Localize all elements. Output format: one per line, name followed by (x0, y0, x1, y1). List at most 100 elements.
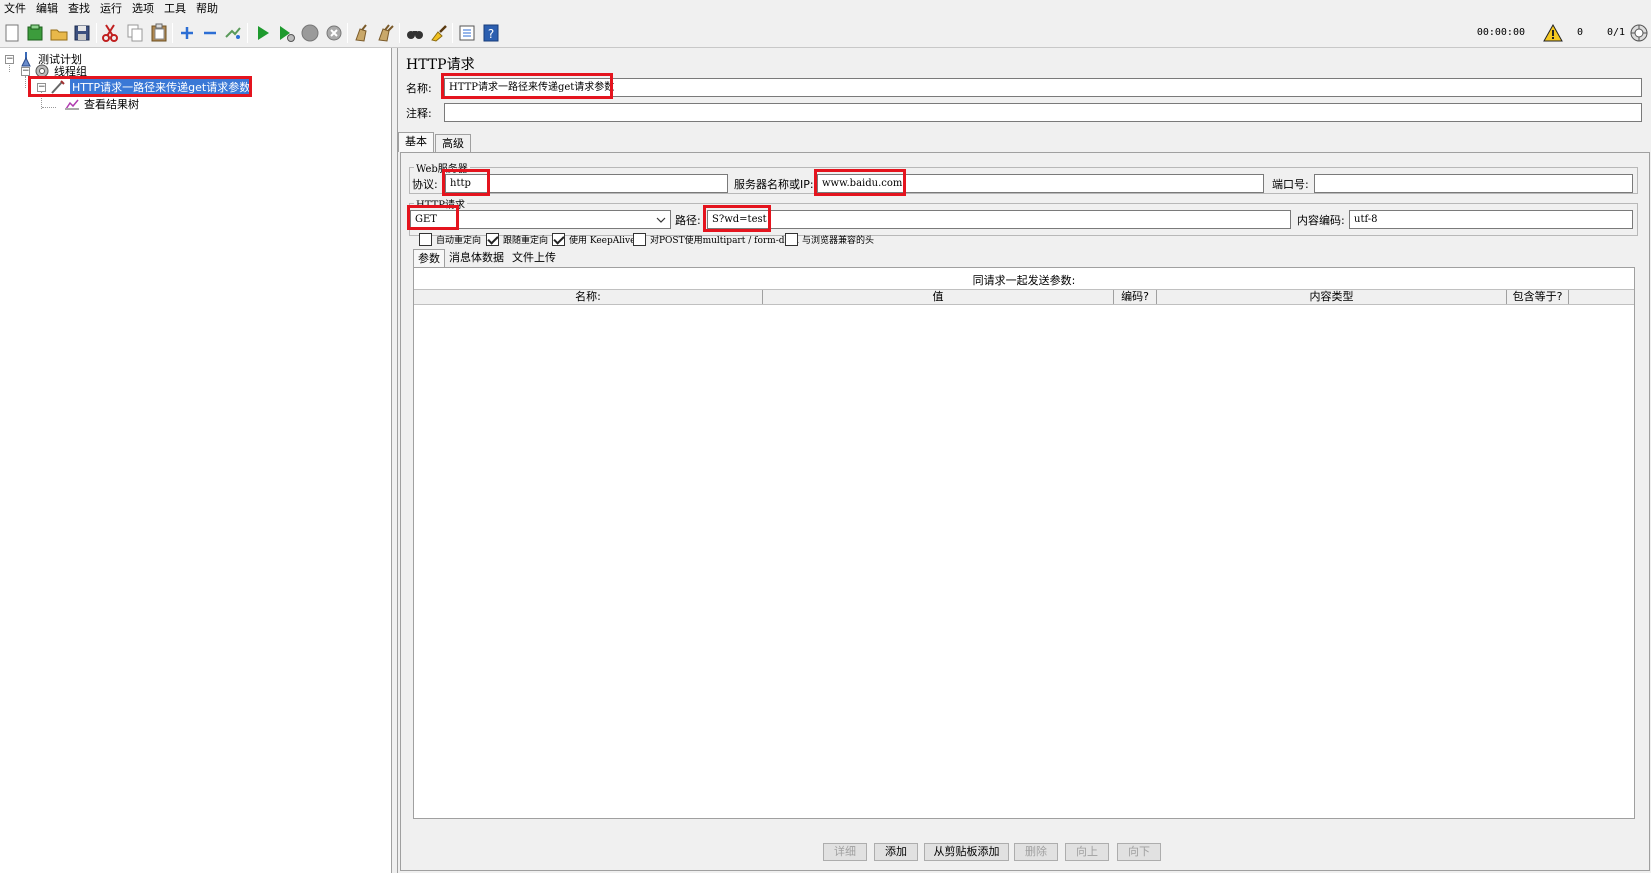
checkbox-label: 跟随重定向 (503, 236, 549, 246)
tab-files-upload[interactable]: 文件上传 (508, 249, 560, 267)
encoding-label: 内容编码: (1297, 214, 1345, 227)
delete-button[interactable]: 删除 (1014, 843, 1058, 861)
multipart-checkbox[interactable]: 对POST使用multipart / form-data (633, 233, 799, 246)
server-field[interactable]: www.baidu.com (817, 174, 1264, 193)
start-icon[interactable] (252, 22, 274, 44)
http-sampler-icon (50, 79, 66, 95)
tree-node-view-results-tree[interactable]: 查看结果树 (64, 96, 139, 112)
body-tabs: 参数 消息体数据 文件上传 (413, 249, 560, 267)
table-header: 名称: 值 编码? 内容类型 包含等于? (414, 289, 1634, 305)
settings-tabs: 基本 高级 (398, 132, 472, 152)
tab-basic[interactable]: 基本 (398, 132, 434, 152)
column-include-equals[interactable]: 包含等于? (1507, 290, 1569, 304)
menu-tools[interactable]: 工具 (164, 0, 194, 18)
checkbox-label: 使用 KeepAlive (569, 236, 636, 246)
path-field[interactable]: S?wd=test (707, 210, 1291, 229)
tab-parameters[interactable]: 参数 (413, 249, 445, 267)
expand-icon[interactable] (176, 22, 198, 44)
keepalive-checkbox[interactable]: 使用 KeepAlive (552, 233, 635, 246)
auto-redirect-checkbox[interactable]: 自动重定向 (419, 233, 481, 246)
add-button[interactable]: 添加 (874, 843, 918, 861)
menu-search[interactable]: 查找 (68, 0, 98, 18)
shutdown-icon[interactable] (323, 22, 345, 44)
menu-file[interactable]: 文件 (4, 0, 34, 18)
menu-help[interactable]: 帮助 (196, 0, 226, 18)
path-label: 路径: (675, 214, 701, 227)
warning-count: 0 (1576, 27, 1583, 38)
elapsed-timer: 00:00:00 (1476, 27, 1525, 38)
page-title: HTTP请求 (406, 57, 475, 73)
method-value: GET (415, 214, 437, 225)
clear-icon[interactable] (351, 22, 373, 44)
column-encode[interactable]: 编码? (1114, 290, 1157, 304)
tree-node-label: 查看结果树 (84, 98, 139, 111)
checkbox-box[interactable] (633, 233, 646, 246)
tree-node-label: 线程组 (54, 65, 87, 78)
browser-headers-checkbox[interactable]: 与浏览器兼容的头 (785, 233, 874, 246)
collapse-toggle[interactable]: − (21, 66, 30, 76)
tree-node-thread-group[interactable]: − 线程组 (21, 63, 87, 79)
collapse-icon[interactable] (199, 22, 221, 44)
tree-node-http-request[interactable]: − HTTP请求一路径来传递get请求参数 (37, 79, 253, 95)
basic-tab-content: Web服务器 协议: http 服务器名称或IP: www.baidu.com … (400, 152, 1650, 871)
web-server-legend: Web服务器 (416, 164, 468, 175)
new-icon[interactable] (1, 22, 23, 44)
menu-options[interactable]: 选项 (132, 0, 162, 18)
sampler-panel: HTTP请求 名称: HTTP请求一路径来传递get请求参数 注释: 基本 高级… (398, 48, 1651, 873)
name-label: 名称: (406, 82, 432, 95)
move-up-button[interactable]: 向上 (1065, 843, 1109, 861)
clear-all-icon[interactable] (375, 22, 397, 44)
add-from-clipboard-button[interactable]: 从剪贴板添加 (924, 843, 1009, 861)
checkbox-box[interactable] (486, 233, 499, 246)
move-down-button[interactable]: 向下 (1117, 843, 1161, 861)
cut-icon[interactable] (99, 22, 121, 44)
paste-icon[interactable] (148, 22, 170, 44)
port-label: 端口号: (1272, 178, 1309, 191)
function-helper-icon[interactable] (456, 22, 478, 44)
checkbox-label: 与浏览器兼容的头 (802, 236, 875, 246)
toolbar: ? 00:00:00 0 0/1 (0, 18, 1651, 48)
checkbox-box[interactable] (552, 233, 565, 246)
detail-button[interactable]: 详细 (823, 843, 867, 861)
start-no-pause-icon[interactable] (275, 22, 297, 44)
menu-run[interactable]: 运行 (100, 0, 130, 18)
table-buttons: 详细 添加 从剪贴板添加 删除 向上 向下 (401, 843, 1651, 863)
remote-status-icon[interactable] (1629, 23, 1649, 43)
parameters-table: 同请求一起发送参数: 名称: 值 编码? 内容类型 包含等于? (413, 267, 1635, 819)
collapse-toggle[interactable]: − (37, 82, 46, 92)
listener-icon (64, 96, 80, 112)
tab-body-data[interactable]: 消息体数据 (445, 249, 508, 267)
comment-field[interactable] (444, 103, 1642, 122)
reset-search-icon[interactable] (428, 22, 450, 44)
checkbox-box[interactable] (419, 233, 432, 246)
encoding-field[interactable]: utf-8 (1349, 210, 1633, 229)
menu-edit[interactable]: 编辑 (36, 0, 66, 18)
protocol-field[interactable]: http (445, 174, 728, 193)
http-request-legend: HTTP请求 (416, 200, 465, 211)
checkbox-box[interactable] (785, 233, 798, 246)
warning-icon[interactable] (1543, 24, 1563, 42)
tab-advanced[interactable]: 高级 (435, 134, 471, 152)
column-content-type[interactable]: 内容类型 (1157, 290, 1507, 304)
checkbox-label: 对POST使用multipart / form-data (650, 236, 799, 246)
templates-icon[interactable] (24, 22, 46, 44)
method-select[interactable]: GET (410, 210, 671, 229)
help-icon[interactable]: ? (480, 22, 502, 44)
name-field[interactable]: HTTP请求一路径来传递get请求参数 (444, 78, 1642, 97)
thread-group-icon (34, 63, 50, 79)
save-icon[interactable] (71, 22, 93, 44)
collapse-toggle[interactable]: − (5, 54, 14, 64)
search-icon[interactable] (404, 22, 426, 44)
server-label: 服务器名称或IP: (734, 178, 814, 191)
copy-icon[interactable] (124, 22, 146, 44)
stop-icon[interactable] (299, 22, 321, 44)
open-icon[interactable] (48, 22, 70, 44)
svg-text:?: ? (488, 27, 494, 41)
menubar: 文件 编辑 查找 运行 选项 工具 帮助 (0, 0, 1651, 18)
port-field[interactable] (1314, 174, 1633, 193)
column-value[interactable]: 值 (763, 290, 1114, 304)
toggle-icon[interactable] (222, 22, 244, 44)
column-name[interactable]: 名称: (414, 290, 763, 304)
comment-label: 注释: (406, 107, 432, 120)
follow-redirect-checkbox[interactable]: 跟随重定向 (486, 233, 548, 246)
